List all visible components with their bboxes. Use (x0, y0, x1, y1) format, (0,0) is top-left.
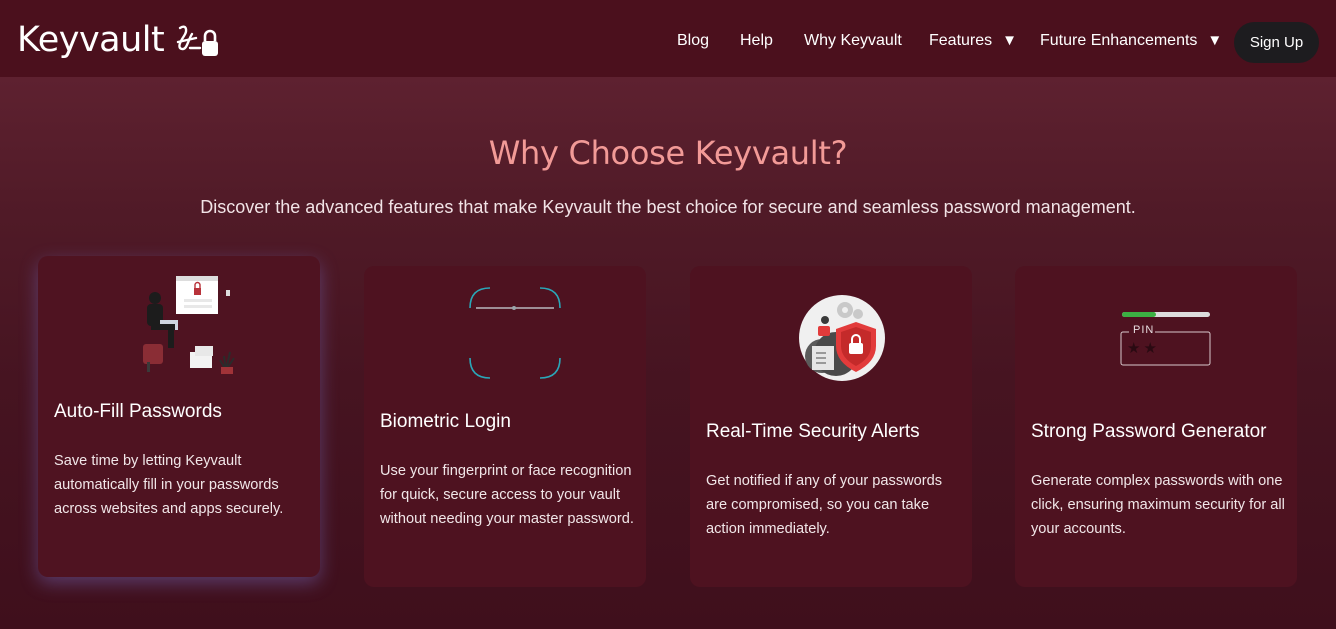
pin-value: ★★ (1127, 340, 1160, 357)
nav-dropdown-future-enhancements-label: Future Enhancements (1040, 32, 1198, 49)
caret-down-icon: ▼ (1207, 32, 1223, 49)
card-title: Auto-Fill Passwords (54, 401, 222, 422)
brand-name: Keyvault (17, 20, 165, 60)
card-title: Biometric Login (380, 411, 511, 432)
card-description: Generate complex passwords with one clic… (1031, 473, 1285, 537)
nav-link-blog[interactable]: Blog (677, 30, 709, 52)
signature-lock-icon (177, 25, 219, 56)
card-description: Use your fingerprint or face recognition… (380, 463, 634, 527)
feature-card-password-generator[interactable]: PIN ★★ Strong Password Generator Generat… (1015, 266, 1297, 587)
nav-dropdown-future-enhancements[interactable]: Future Enhancements ▼ (1040, 30, 1222, 52)
nav-link-help[interactable]: Help (740, 30, 773, 52)
feature-card-auto-fill[interactable]: Auto-Fill Passwords Save time by letting… (38, 256, 320, 577)
nav-link-why-keyvault[interactable]: Why Keyvault (804, 30, 902, 52)
feature-card-biometric[interactable]: Biometric Login Use your fingerprint or … (364, 266, 646, 587)
card-title: Real-Time Security Alerts (706, 421, 920, 442)
nav-dropdown-features[interactable]: Features ▼ (929, 30, 1017, 52)
pin-label: PIN (1133, 324, 1155, 336)
section-title: Why Choose Keyvault? (488, 134, 848, 172)
top-navbar: Keyvault Blog Help Why Keyvault Features… (0, 0, 1336, 77)
card-description: Save time by letting Keyvault automatica… (54, 453, 284, 517)
face-scan-frame-icon (469, 287, 561, 379)
sign-up-button[interactable]: Sign Up (1234, 22, 1319, 63)
nav-dropdown-features-label: Features (929, 32, 993, 49)
person-laptop-lock-illustration (143, 276, 235, 374)
feature-card-security-alerts[interactable]: Real-Time Security Alerts Get notified i… (690, 266, 972, 587)
caret-down-icon: ▼ (1002, 32, 1017, 49)
brand-logo[interactable]: Keyvault (17, 18, 222, 62)
security-shield-alert-illustration (799, 295, 885, 381)
section-subtitle: Discover the advanced features that make… (200, 197, 1136, 217)
card-title: Strong Password Generator (1031, 421, 1267, 442)
card-description: Get notified if any of your passwords ar… (706, 473, 943, 537)
